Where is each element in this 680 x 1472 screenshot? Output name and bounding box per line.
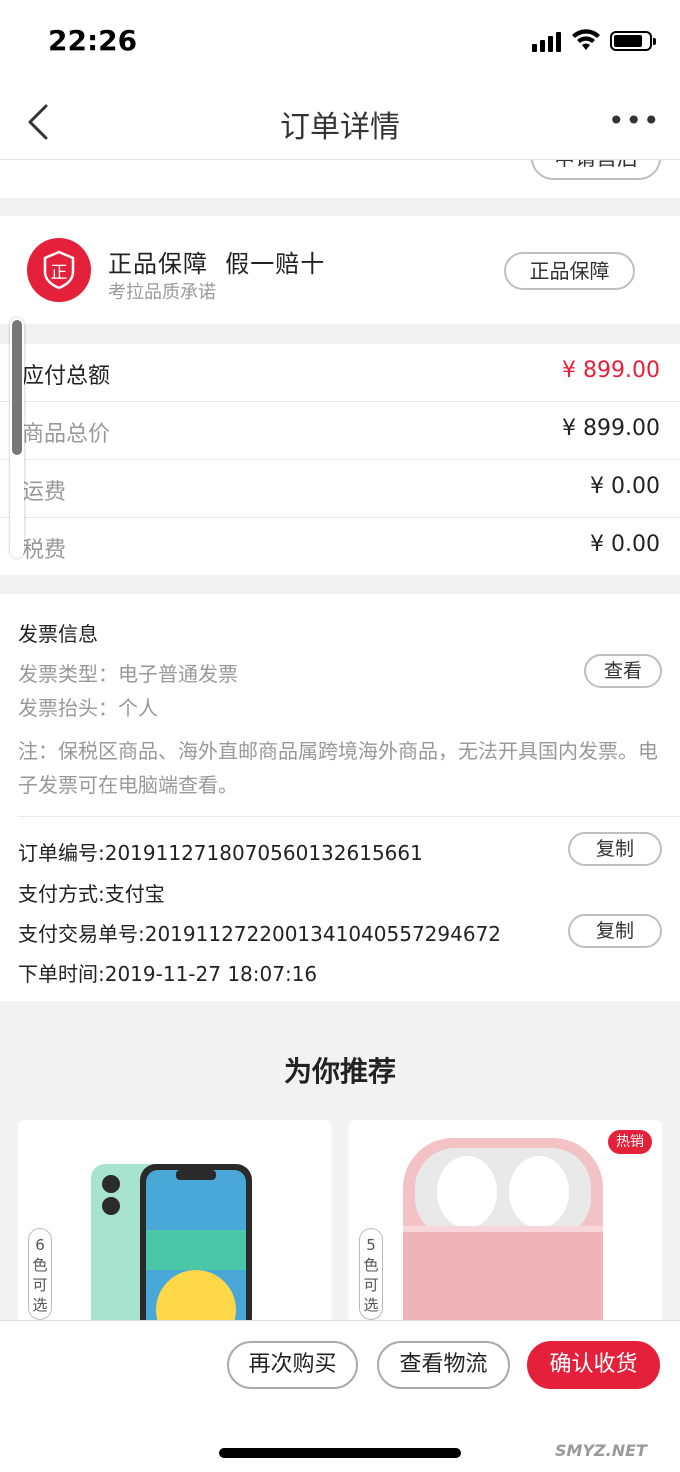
invoice-header: 发票抬头：个人 xyxy=(18,696,158,720)
goods-price-label: 商品总价 xyxy=(22,422,111,447)
status-time: 22:26 xyxy=(48,24,138,57)
invoice-title: 发票信息 xyxy=(18,622,98,646)
shipping-row: 运费 ¥ 0.00 xyxy=(0,460,680,518)
order-number: 订单编号:2019112718070560132615661 xyxy=(18,841,423,865)
nav-bar: 订单详情 ••• xyxy=(0,84,680,160)
signal-icon xyxy=(532,30,562,52)
rebuy-button[interactable]: 再次购买 xyxy=(227,1341,358,1389)
order-detail-screen: 22:26 订单详情 ••• 申请售后 正 xyxy=(0,0,680,1472)
after-sale-button[interactable]: 申请售后 xyxy=(531,160,661,180)
product-card[interactable]: 热销 5色可选 xyxy=(349,1120,662,1330)
copy-trade-number-button[interactable]: 复制 xyxy=(568,914,662,948)
phone-image xyxy=(91,1164,252,1330)
copy-order-number-button[interactable]: 复制 xyxy=(568,832,662,866)
scrollbar-thumb[interactable] xyxy=(12,320,22,455)
invoice-type: 发票类型：电子普通发票 xyxy=(18,662,238,686)
shipping-label: 运费 xyxy=(22,480,67,505)
tax-value: ¥ 0.00 xyxy=(590,532,660,557)
svg-text:正: 正 xyxy=(51,263,68,283)
guarantee-logo: 正 xyxy=(27,238,91,302)
payment-method: 支付方式:支付宝 xyxy=(18,882,165,906)
total-label: 应付总额 xyxy=(22,364,111,389)
guarantee-title: 正品保障 假一赔十 xyxy=(108,250,326,278)
price-summary: 应付总额 ¥ 899.00 商品总价 ¥ 899.00 运费 ¥ 0.00 税费… xyxy=(0,344,680,575)
more-icon[interactable]: ••• xyxy=(608,106,660,136)
hot-sale-badge: 热销 xyxy=(608,1130,652,1154)
view-invoice-button[interactable]: 查看 xyxy=(584,654,662,688)
status-bar: 22:26 xyxy=(0,0,680,84)
home-indicator[interactable] xyxy=(219,1448,461,1458)
total-value: ¥ 899.00 xyxy=(562,358,660,383)
shipping-value: ¥ 0.00 xyxy=(590,474,660,499)
recommend-title: 为你推荐 xyxy=(283,1055,396,1088)
after-sale-section: 申请售后 xyxy=(0,160,680,198)
goods-price-value: ¥ 899.00 xyxy=(562,416,660,441)
total-row: 应付总额 ¥ 899.00 xyxy=(0,344,680,402)
invoice-section: 发票信息 发票类型：电子普通发票 发票抬头：个人 查看 注：保税区商品、海外直邮… xyxy=(0,594,680,1001)
goods-price-row: 商品总价 ¥ 899.00 xyxy=(0,402,680,460)
watermark: SMYZ.NET xyxy=(555,1441,647,1460)
shield-icon: 正 xyxy=(43,250,75,290)
bottom-action-bar: 再次购买 查看物流 确认收货 SMYZ.NET xyxy=(0,1320,680,1472)
scrollbar[interactable] xyxy=(10,318,24,558)
battery-icon xyxy=(610,31,656,51)
page-title: 订单详情 xyxy=(280,110,400,145)
confirm-receipt-button[interactable]: 确认收货 xyxy=(527,1341,660,1389)
trade-number: 支付交易单号:2019112722001341040557294672 xyxy=(18,922,502,946)
product-card[interactable]: 6色可选 xyxy=(18,1120,331,1330)
color-count-tag: 5色可选 xyxy=(359,1228,383,1320)
tax-row: 税费 ¥ 0.00 xyxy=(0,518,680,576)
guarantee-button[interactable]: 正品保障 xyxy=(504,252,635,290)
invoice-note: 注：保税区商品、海外直邮商品属跨境海外商品，无法开具国内发票。电子发票可在电脑端… xyxy=(18,739,658,797)
divider xyxy=(18,816,680,817)
guarantee-section: 正 正品保障 假一赔十 考拉品质承诺 正品保障 xyxy=(0,216,680,324)
wifi-icon xyxy=(572,29,600,50)
guarantee-subtitle: 考拉品质承诺 xyxy=(108,282,216,303)
color-count-tag: 6色可选 xyxy=(28,1228,52,1320)
tax-label: 税费 xyxy=(22,538,67,563)
view-logistics-button[interactable]: 查看物流 xyxy=(377,1341,510,1389)
order-time: 下单时间:2019-11-27 18:07:16 xyxy=(18,962,318,986)
